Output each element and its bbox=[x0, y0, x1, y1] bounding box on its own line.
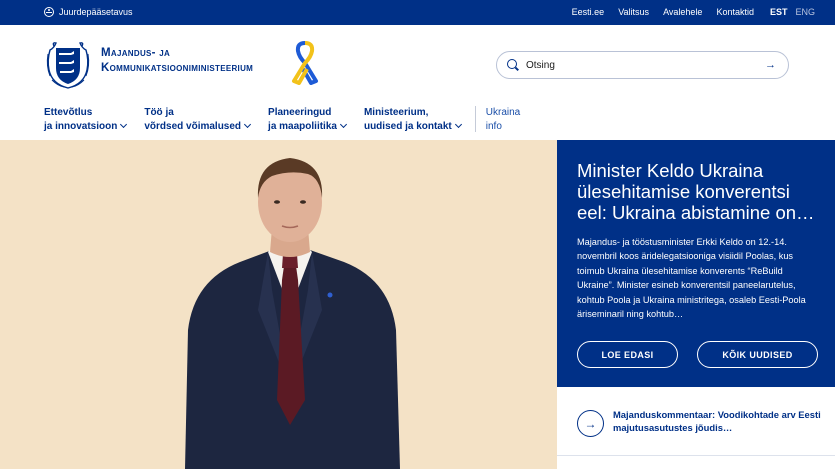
nav-item-line1: Planeeringud bbox=[268, 107, 332, 118]
featured-news-summary: Majandus- ja tööstusminister Erkki Keldo… bbox=[577, 237, 806, 320]
news-item-title: Majanduskommentaar: Voodikohtade arv Ees… bbox=[613, 409, 821, 433]
ministry-name-line2: Kommunikatsiooniministeerium bbox=[101, 62, 254, 74]
utility-nav: Eesti.ee Valitsus Avalehele Kontaktid ES… bbox=[572, 7, 815, 17]
nav-divider bbox=[474, 106, 476, 132]
nav-item-line2: võrdsed võimalused bbox=[144, 121, 242, 132]
arrow-right-circle-icon: → bbox=[577, 410, 604, 437]
main-navigation: Ettevõtlus ja innovatsioon Töö ja võrdse… bbox=[44, 106, 520, 134]
nav-item-line2: info bbox=[485, 121, 502, 132]
link-kontaktid[interactable]: Kontaktid bbox=[716, 7, 754, 17]
link-avalehele[interactable]: Avalehele bbox=[663, 7, 702, 17]
minister-portrait-image bbox=[185, 158, 400, 469]
search-submit-arrow-icon[interactable]: → bbox=[765, 59, 776, 71]
nav-item-line1: Töö ja bbox=[144, 107, 174, 118]
ministry-name-line1: Majandus- ja bbox=[101, 47, 171, 59]
chevron-down-icon bbox=[454, 120, 462, 129]
ukraine-ribbon-icon bbox=[292, 41, 318, 85]
all-news-button[interactable]: KÕIK UUDISED bbox=[697, 341, 818, 368]
link-valitsus[interactable]: Valitsus bbox=[618, 7, 649, 17]
featured-news-title[interactable]: Minister Keldo Ukraina ülesehitamise kon… bbox=[577, 160, 817, 223]
nav-item-line1: Ministeerium, bbox=[363, 107, 429, 118]
ministry-name[interactable]: Majandus- ja Kommunikatsiooniministeeriu… bbox=[101, 46, 253, 76]
nav-item-line2: ja maapoliitika bbox=[268, 121, 337, 132]
nav-item-too[interactable]: Töö ja võrdsed võimalused bbox=[144, 106, 252, 134]
nav-item-ministeerium[interactable]: Ministeerium, uudised ja kontakt bbox=[363, 106, 462, 134]
read-more-button[interactable]: LOE EDASI bbox=[577, 341, 678, 368]
nav-item-line1: Ukraina bbox=[485, 107, 521, 118]
language-switcher: EST ENG bbox=[770, 7, 815, 17]
hero-image bbox=[0, 140, 557, 469]
nav-item-line1: Ettevõtlus bbox=[44, 107, 93, 118]
featured-news-panel: Minister Keldo Ukraina ülesehitamise kon… bbox=[557, 140, 835, 387]
accessibility-icon bbox=[44, 7, 54, 17]
chevron-down-icon bbox=[120, 120, 128, 129]
search-bar[interactable]: Otsing → bbox=[496, 51, 789, 79]
search-icon bbox=[507, 59, 519, 71]
lang-eng[interactable]: ENG bbox=[795, 7, 815, 17]
nav-item-ettevotlus[interactable]: Ettevõtlus ja innovatsioon bbox=[44, 106, 128, 134]
news-list-item[interactable]: → Majanduskommentaar: Voodikohtade arv E… bbox=[557, 387, 835, 455]
lang-est[interactable]: EST bbox=[770, 7, 788, 17]
accessibility-link[interactable]: Juurdepääsetavus bbox=[44, 7, 133, 17]
nav-item-line2: uudised ja kontakt bbox=[363, 121, 452, 132]
utility-bar: Juurdepääsetavus Eesti.ee Valitsus Avale… bbox=[0, 0, 835, 25]
coat-of-arms-logo[interactable] bbox=[44, 40, 92, 90]
link-eesti-ee[interactable]: Eesti.ee bbox=[572, 7, 605, 17]
nav-item-ukraina-info[interactable]: Ukraina info bbox=[486, 106, 520, 134]
nav-item-line2: ja innovatsioon bbox=[44, 121, 118, 132]
chevron-down-icon bbox=[244, 120, 252, 129]
search-input[interactable]: Otsing bbox=[526, 60, 765, 71]
chevron-down-icon bbox=[339, 120, 348, 129]
accessibility-label: Juurdepääsetavus bbox=[59, 7, 133, 17]
nav-item-planeeringud[interactable]: Planeeringud ja maapoliitika bbox=[268, 106, 348, 134]
divider bbox=[557, 455, 835, 456]
